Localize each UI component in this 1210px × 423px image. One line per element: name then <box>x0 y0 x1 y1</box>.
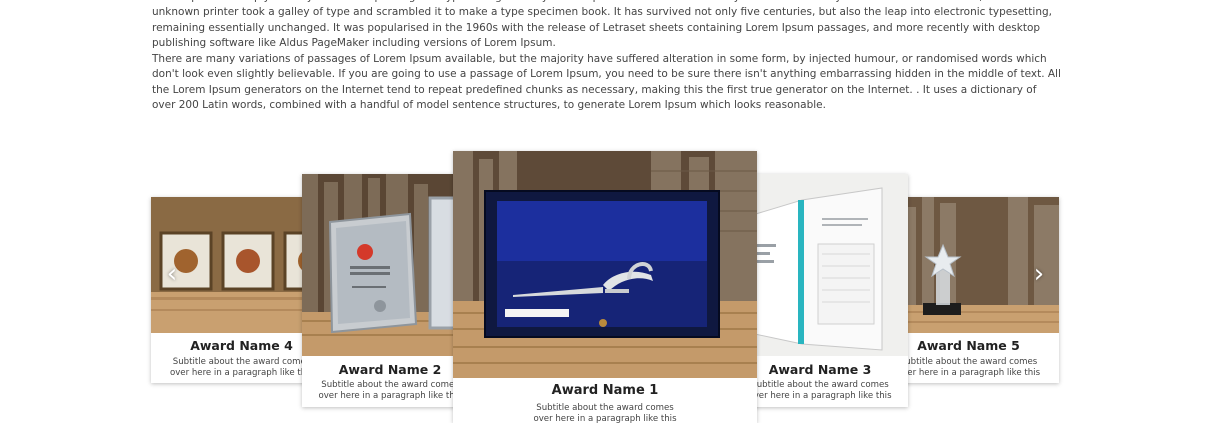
award-photo-certificate <box>732 174 908 356</box>
awards-carousel: Award Name 4 Subtitle about the award co… <box>0 0 1210 423</box>
award-card-3[interactable]: Award Name 3 Subtitle about the award co… <box>732 174 908 407</box>
award-subtitle: Subtitle about the award comes over here… <box>896 357 1041 378</box>
award-subtitle: Subtitle about the award comes over here… <box>533 403 677 423</box>
award-photo-plaque <box>302 174 478 356</box>
award-photo-sword-box <box>453 151 757 378</box>
award-name: Award Name 3 <box>768 362 872 377</box>
award-subtitle: Subtitle about the award comes over here… <box>318 380 462 401</box>
chevron-right-icon[interactable]: › <box>1027 259 1051 289</box>
award-name: Award Name 1 <box>551 383 659 398</box>
award-card-1[interactable]: Award Name 1 Subtitle about the award co… <box>453 151 757 423</box>
award-subtitle: Subtitle about the award comes over here… <box>169 357 314 378</box>
award-subtitle: Subtitle about the award comes over here… <box>748 380 892 401</box>
award-card-2[interactable]: Award Name 2 Subtitle about the award co… <box>302 174 478 407</box>
award-name: Award Name 2 <box>338 362 442 377</box>
chevron-left-icon[interactable]: ‹ <box>160 259 184 289</box>
